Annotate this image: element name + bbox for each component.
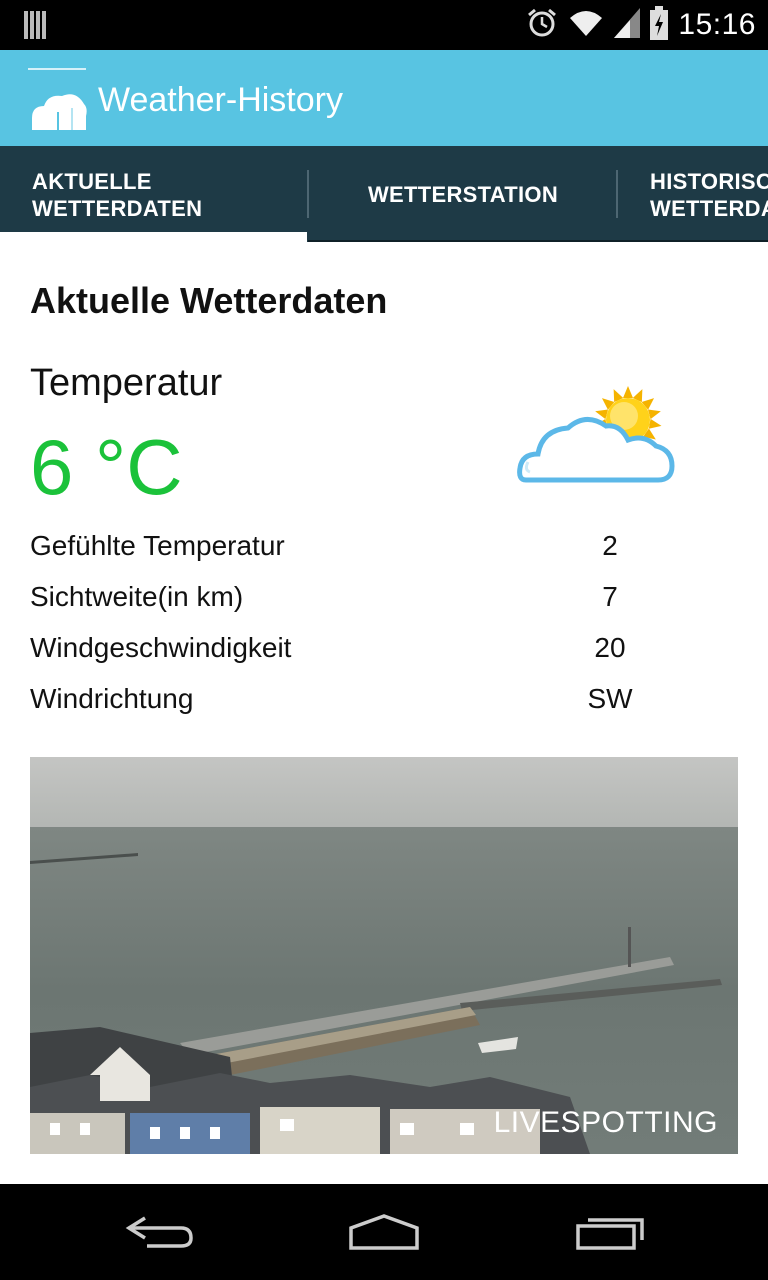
tab-label-line1: AKTUELLE xyxy=(32,169,152,194)
recent-apps-icon[interactable] xyxy=(560,1206,660,1258)
tab-label-line1: HISTORISC xyxy=(650,169,768,194)
webcam-watermark: LIVESPOTTING xyxy=(493,1106,718,1139)
home-icon[interactable] xyxy=(334,1206,434,1258)
tab-label-line2: WETTERDA xyxy=(650,196,768,221)
status-time: 15:16 xyxy=(678,8,756,41)
temperature-value: 6 °C xyxy=(30,423,183,511)
detail-value: 20 xyxy=(594,632,626,663)
webcam-image[interactable]: LIVESPOTTING xyxy=(30,757,738,1154)
tab-label: WETTERSTATION xyxy=(367,182,559,207)
detail-value: 7 xyxy=(602,581,618,612)
cloud-logo-icon[interactable] xyxy=(28,86,88,135)
notification-icon xyxy=(24,11,48,44)
navigation-bar xyxy=(0,1184,768,1280)
detail-label: Windrichtung xyxy=(30,683,194,714)
tab-weather-station[interactable]: WETTERSTATION xyxy=(309,146,617,242)
detail-label: Sichtweite(in km) xyxy=(30,581,244,612)
detail-value: SW xyxy=(587,683,633,714)
detail-value: 2 xyxy=(602,530,618,561)
back-icon[interactable] xyxy=(110,1206,210,1258)
detail-row: Windrichtung SW xyxy=(30,683,710,734)
page-title: Aktuelle Wetterdaten xyxy=(30,280,388,321)
tab-selected-indicator xyxy=(0,232,307,242)
status-bar: 15:16 xyxy=(0,0,768,50)
detail-label: Gefühlte Temperatur xyxy=(30,530,285,561)
tab-label-line2: WETTERDATEN xyxy=(32,196,203,221)
wifi-icon xyxy=(568,8,604,43)
detail-row: Gefühlte Temperatur 2 xyxy=(30,530,710,581)
partly-cloudy-icon xyxy=(516,384,680,493)
signal-icon xyxy=(614,7,641,43)
app-title: Weather-History xyxy=(98,81,343,119)
detail-row: Sichtweite(in km) 7 xyxy=(30,581,710,632)
main-content: Aktuelle Wetterdaten Temperatur 6 °C Gef… xyxy=(0,242,768,1184)
tab-historical-weather[interactable]: HISTORISC WETTERDA xyxy=(618,146,768,242)
tab-current-weather[interactable]: AKTUELLE WETTERDATEN xyxy=(0,146,308,242)
detail-label: Windgeschwindigkeit xyxy=(30,632,292,663)
app-bar-divider xyxy=(28,68,86,70)
alarm-icon xyxy=(526,7,558,44)
battery-icon xyxy=(650,5,669,45)
detail-row: Windgeschwindigkeit 20 xyxy=(30,632,710,683)
app-bar: Weather-History xyxy=(0,50,768,146)
weather-details: Gefühlte Temperatur 2 Sichtweite(in km) … xyxy=(30,530,710,734)
temperature-label: Temperatur xyxy=(30,362,223,404)
tab-bar: AKTUELLE WETTERDATEN WETTERSTATION HISTO… xyxy=(0,146,768,242)
